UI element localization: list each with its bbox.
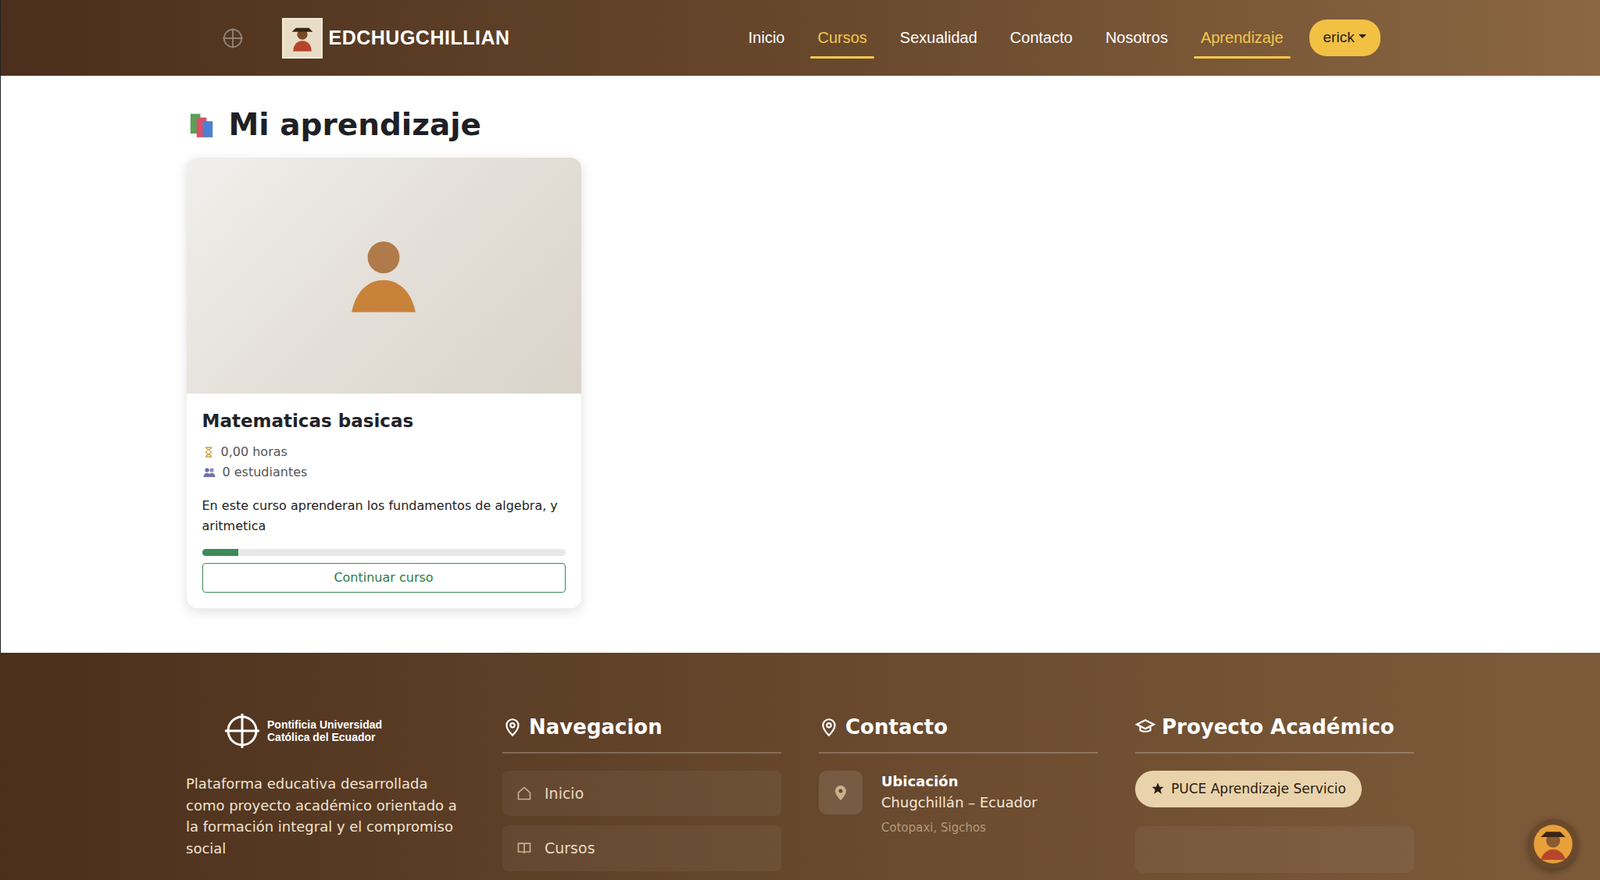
nav-link[interactable]: Contacto (1003, 21, 1080, 56)
progress-track (202, 549, 566, 557)
graduation-cap-icon (1135, 717, 1156, 738)
navbar: EDCHUGCHILLIAN Inicio Cursos Sexualidad Cont… (0, 0, 1600, 76)
students-icon (202, 465, 217, 480)
nav-link[interactable]: Sexualidad (892, 21, 985, 56)
contact-sub: Cotopaxi, Sigchos (881, 819, 1038, 838)
footer-heading: Navegacion (528, 712, 663, 743)
project-badge: PUCE Aprendizaje Servicio (1135, 771, 1362, 809)
location-icon (818, 717, 840, 738)
course-hours: 0,00 horas (221, 442, 288, 463)
user-menu-button[interactable]: erick (1309, 19, 1381, 57)
contact-item: UbicaciónChugchillán – Ecuador Cotopaxi, … (818, 771, 1098, 838)
course-card: Matematicas basicas 0,00 horas0 estudiant… (186, 157, 582, 609)
page-title: Mi aprendizaje (228, 107, 483, 144)
puce-emblem-icon (223, 712, 261, 750)
brand[interactable]: EDCHUGCHILLIAN (282, 17, 511, 59)
student-drawing-icon (328, 221, 439, 331)
course-image (186, 157, 582, 394)
location-icon (502, 717, 523, 738)
nav-link[interactable]: Cursos (810, 21, 874, 56)
progress-fill (202, 549, 240, 557)
footer-nav-label[interactable]: Inicio (544, 782, 584, 806)
nav-link[interactable]: Nosotros (1098, 21, 1175, 56)
course-students: 0 estudiantes (222, 462, 308, 483)
continue-button[interactable]: Continuar curso (202, 563, 566, 593)
book-icon (516, 840, 533, 857)
project-panel (1135, 826, 1415, 874)
footer-nav-label[interactable]: Cursos (544, 837, 596, 861)
star-icon (1150, 782, 1165, 797)
brand-logo-icon (282, 17, 323, 59)
footer: Pontificia Universidad Católica del Ecua… (0, 653, 1600, 880)
puce-logo-icon (221, 26, 245, 50)
logo-text: Pontificia Universidad Católica del Ecua… (267, 718, 393, 744)
contact-value: Chugchillán – Ecuador (881, 792, 1038, 814)
badge-text: PUCE Aprendizaje Servicio (1171, 779, 1347, 800)
course-description: En este curso aprenderan los fundamentos… (202, 496, 566, 536)
course-title: Matematicas basicas (202, 407, 566, 436)
nav-link[interactable]: Aprendizaje (1193, 21, 1291, 56)
footer-heading: Proyecto Académico (1161, 712, 1395, 743)
assistant-avatar[interactable] (1528, 819, 1579, 870)
books-icon (186, 110, 217, 140)
main-content: Mi aprendizaje Matematicas basicas 0,00 ho… (0, 75, 1600, 654)
contact-label: Ubicación (881, 771, 1038, 793)
hourglass-icon (202, 446, 215, 459)
footer-nav-item[interactable]: Cursos (502, 825, 782, 872)
footer-nav-item[interactable]: Inicio (502, 771, 782, 818)
brand-name[interactable]: EDCHUGCHILLIAN (328, 23, 511, 54)
home-icon (516, 785, 533, 802)
about-text: Plataforma educativa desarrollada como p… (185, 773, 465, 861)
footer-heading: Contacto (845, 712, 948, 743)
map-pin-icon (831, 783, 850, 803)
andean-figure-icon (286, 22, 318, 54)
puce-logo: Pontificia Universidad Católica del Ecua… (185, 712, 465, 750)
andean-avatar-icon (1532, 823, 1575, 866)
nav-link[interactable]: Inicio (741, 21, 793, 56)
